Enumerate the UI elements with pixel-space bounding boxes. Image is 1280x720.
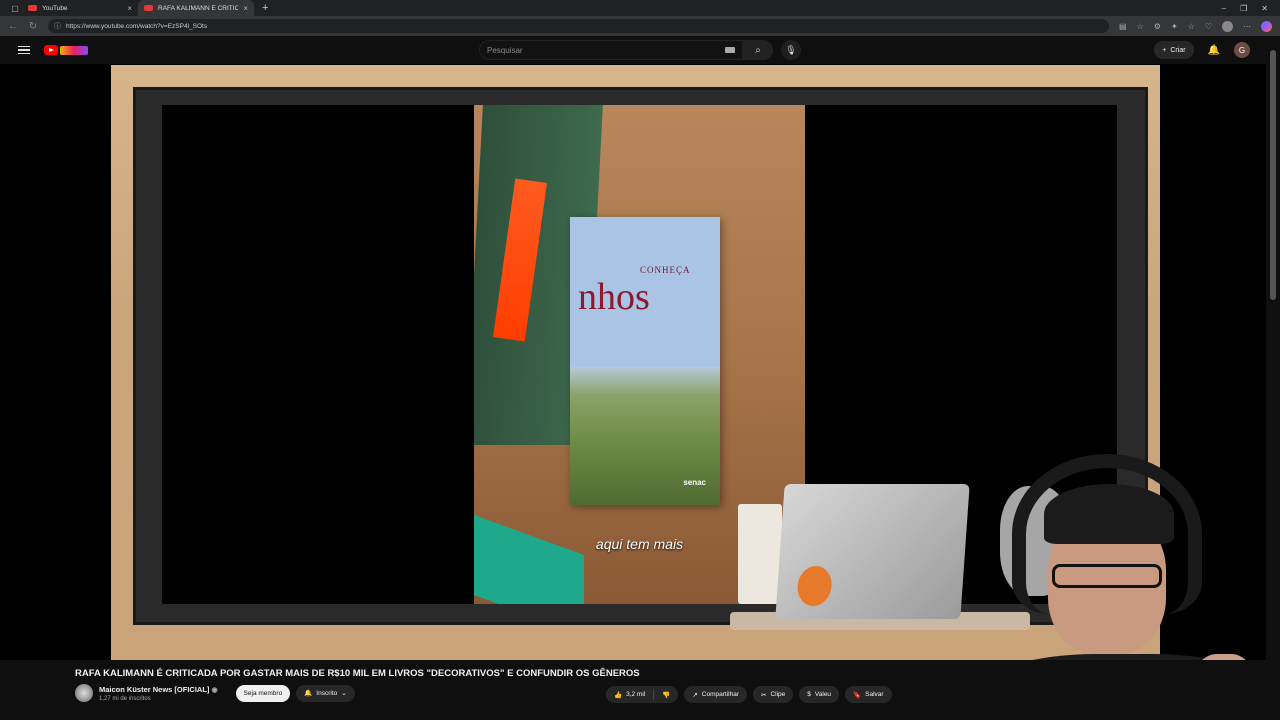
tab-title: RAFA KALIMANN É CRITICA xyxy=(158,4,239,12)
book-title-large: nhos xyxy=(578,276,650,318)
extension-icon[interactable]: ⚙ xyxy=(1154,22,1161,31)
browser-extensions: ▤ ☆ ⚙ ✦ ☆ ♡ ⋯ xyxy=(1119,20,1272,32)
reload-icon[interactable]: ↻ xyxy=(28,21,38,32)
thumbs-down-icon: 👎 xyxy=(662,691,671,699)
close-window-icon[interactable]: ✕ xyxy=(1261,4,1268,13)
site-info-icon[interactable]: ⓘ xyxy=(54,21,61,31)
collections-icon[interactable]: ☆ xyxy=(1188,22,1195,31)
menu-icon[interactable] xyxy=(18,45,30,55)
close-tab-icon[interactable]: × xyxy=(127,4,132,13)
subscriber-count: 1,27 mi de inscritos xyxy=(99,695,151,702)
thumbs-up-icon: 👍 xyxy=(614,691,623,699)
share-icon: ↗ xyxy=(692,691,698,699)
copilot-icon[interactable] xyxy=(1261,20,1272,32)
cup-object xyxy=(738,504,782,604)
laptop xyxy=(775,484,970,619)
teal-object xyxy=(474,514,584,604)
url-field[interactable]: ⓘ https://www.youtube.com/watch?v=EzSP4l… xyxy=(48,19,1110,33)
streamer-cap xyxy=(1044,484,1174,544)
book-cover: CONHEÇA nhos senac xyxy=(570,217,720,505)
channel-avatar[interactable] xyxy=(75,684,93,702)
url-text: https://www.youtube.com/watch?v=EzSP4l_S… xyxy=(66,22,208,30)
youtube-play-icon xyxy=(44,45,58,55)
browser-tab-bar: ▢ YouTube × RAFA KALIMANN É CRITICA × + … xyxy=(0,0,1280,16)
save-label: Salvar xyxy=(865,691,884,698)
search-input[interactable]: Pesquisar xyxy=(479,40,743,60)
keyboard-icon[interactable] xyxy=(725,47,735,53)
book-publisher: senac xyxy=(683,478,706,487)
youtube-logo[interactable] xyxy=(44,44,90,56)
search-area: Pesquisar ⌕ 🎙 xyxy=(479,40,801,60)
more-options-icon[interactable]: ⋯ xyxy=(1243,22,1251,31)
clip-button[interactable]: ✂ Clipe xyxy=(753,686,794,703)
share-button[interactable]: ↗ Compartilhar xyxy=(684,686,748,703)
streamer-glasses xyxy=(1052,564,1162,588)
reader-mode-icon[interactable]: ▤ xyxy=(1119,22,1127,31)
puzzle-icon[interactable]: ✦ xyxy=(1171,22,1178,31)
tab-youtube[interactable]: YouTube × xyxy=(22,0,138,16)
doodle-logo xyxy=(60,45,88,55)
youtube-favicon-icon xyxy=(144,5,153,11)
channel-name[interactable]: Maicon Küster News [OFICIAL] ◉ xyxy=(99,685,218,694)
video-actions: 👍 3,2 mil 👎 ↗ Compartilhar ✂ Clipe $ Val… xyxy=(606,686,892,703)
youtube-favicon-icon xyxy=(28,5,37,11)
page-scrollbar[interactable] xyxy=(1266,36,1280,720)
like-dislike-group: 👍 3,2 mil 👎 xyxy=(606,686,679,703)
back-icon[interactable]: ← xyxy=(8,21,18,32)
plus-icon: + xyxy=(1162,46,1167,54)
video-title: RAFA KALIMANN É CRITICADA POR GASTAR MAI… xyxy=(75,668,640,679)
like-count: 3,2 mil xyxy=(626,691,646,698)
avatar[interactable]: G xyxy=(1234,42,1250,58)
browser-profile-avatar[interactable] xyxy=(1222,20,1233,32)
minimize-icon[interactable]: – xyxy=(1222,4,1226,13)
thanks-button[interactable]: $ Valeu xyxy=(799,686,840,703)
chevron-down-icon: ⌄ xyxy=(341,690,347,697)
subscribed-label: Inscrito xyxy=(316,689,338,697)
scissors-icon: ✂ xyxy=(761,691,767,699)
search-placeholder: Pesquisar xyxy=(487,45,523,55)
browser-essentials-icon[interactable]: ♡ xyxy=(1205,22,1212,31)
subscribed-button[interactable]: 🔔 Inscrito ⌄ xyxy=(296,684,355,702)
save-button[interactable]: 🔖 Salvar xyxy=(845,686,892,703)
share-label: Compartilhar xyxy=(701,691,740,698)
verified-icon: ◉ xyxy=(211,686,218,694)
thanks-label: Valeu xyxy=(814,691,832,698)
channel-info: Maicon Küster News [OFICIAL] ◉ 1,27 mi de… xyxy=(99,685,218,702)
tab-title: YouTube xyxy=(42,4,68,12)
dislike-button[interactable]: 👎 xyxy=(654,686,678,703)
search-icon: ⌕ xyxy=(755,44,761,56)
address-toolbar: ← ↻ ⓘ https://www.youtube.com/watch?v=Ez… xyxy=(0,16,1280,36)
youtube-header: Pesquisar ⌕ 🎙 + Criar 🔔 G xyxy=(0,36,1280,64)
search-button[interactable]: ⌕ xyxy=(743,40,773,60)
close-tab-icon[interactable]: × xyxy=(243,4,248,13)
clip-label: Clipe xyxy=(770,691,786,698)
scrollbar-thumb[interactable] xyxy=(1270,50,1276,300)
create-button[interactable]: + Criar xyxy=(1154,41,1194,59)
tab-video[interactable]: RAFA KALIMANN É CRITICA × xyxy=(138,0,254,16)
thanks-icon: $ xyxy=(807,691,811,698)
create-label: Criar xyxy=(1170,46,1186,54)
notifications-bell-icon[interactable]: 🔔 xyxy=(1208,45,1220,56)
bell-icon: 🔔 xyxy=(304,690,313,697)
book-title-small: CONHEÇA xyxy=(640,265,691,275)
like-button[interactable]: 👍 3,2 mil xyxy=(606,686,653,703)
video-player[interactable]: CONHEÇA nhos senac aqui tem mais xyxy=(0,64,1266,660)
voice-search-button[interactable]: 🎙 xyxy=(781,40,801,60)
window-controls: – ❐ ✕ xyxy=(1222,4,1268,13)
restore-icon[interactable]: ❐ xyxy=(1240,4,1247,13)
window-menu-icon[interactable]: ▢ xyxy=(8,1,22,15)
join-button[interactable]: Seja membro xyxy=(235,684,291,702)
video-info: RAFA KALIMANN É CRITICADA POR GASTAR MAI… xyxy=(0,660,1280,720)
channel-row: Maicon Küster News [OFICIAL] ◉ 1,27 mi de… xyxy=(75,684,355,702)
header-right: + Criar 🔔 G xyxy=(1154,41,1250,59)
new-tab-button[interactable]: + xyxy=(262,2,268,14)
bookmark-icon: 🔖 xyxy=(853,691,862,699)
channel-name-text: Maicon Küster News [OFICIAL] xyxy=(99,684,210,694)
microphone-icon: 🎙 xyxy=(785,44,797,55)
favorite-star-icon[interactable]: ☆ xyxy=(1137,22,1144,31)
laptop-sticker xyxy=(796,566,833,606)
webcam-streamer xyxy=(952,424,1266,660)
